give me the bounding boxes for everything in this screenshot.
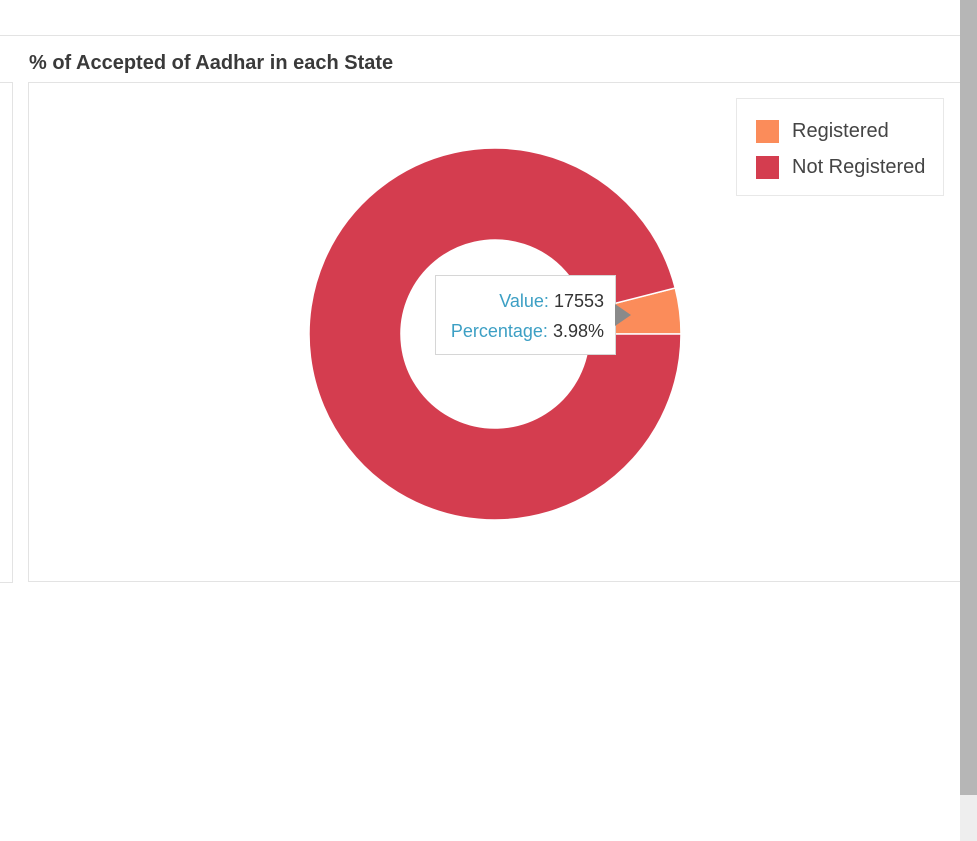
dashboard-page: % of Accepted of Aadhar in each State Re… (0, 0, 977, 841)
chart-tooltip: Value: 17553 Percentage: 3.98% (435, 275, 616, 355)
scrollbar-thumb[interactable] (960, 0, 977, 795)
vertical-scrollbar[interactable] (960, 0, 977, 841)
tooltip-percentage-label: Percentage: (450, 321, 548, 341)
legend-swatch-registered (756, 119, 779, 143)
tooltip-percentage: 3.98% (552, 321, 604, 341)
legend-label-registered: Registered (792, 119, 889, 142)
tooltip-value-label: Value: (499, 291, 549, 311)
chart-panel-title: % of Accepted of Aadhar in each State (29, 52, 394, 74)
tooltip-value: 17553 (553, 291, 604, 311)
tooltip-pointer-arrow (615, 304, 631, 326)
legend-item-not-registered[interactable]: Not Registered (756, 155, 925, 179)
legend-label-not-registered: Not Registered (792, 155, 926, 178)
legend-swatch-not-registered (756, 155, 779, 179)
chart-legend: Registered Not Registered (736, 98, 944, 196)
top-divider (0, 35, 960, 36)
tooltip-percentage-row: Percentage: 3.98% (451, 321, 604, 342)
adjacent-panel-edge (0, 82, 13, 583)
tooltip-value-row: Value: 17553 (499, 291, 604, 312)
legend-item-registered[interactable]: Registered (756, 119, 889, 143)
chart-panel: Registered Not Registered Value: 17553 P… (28, 82, 968, 582)
